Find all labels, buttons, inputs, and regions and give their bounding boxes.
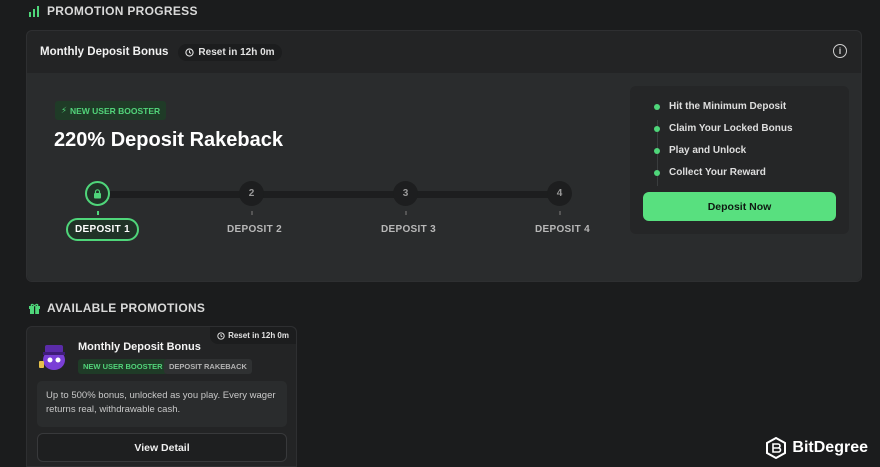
checklist-text: Play and Unlock (669, 145, 747, 156)
card-title: Monthly Deposit Bonus (40, 46, 169, 58)
step-label-3[interactable]: DEPOSIT 3 (381, 224, 436, 235)
progress-panel: ⚡ NEW USER BOOSTER 220% Deposit Rakeback… (27, 73, 861, 281)
checklist-text: Collect Your Reward (669, 167, 766, 178)
lock-icon (94, 188, 101, 198)
badge-label: NEW USER BOOSTER (69, 105, 161, 116)
promo-mascot-icon (39, 345, 65, 370)
promotion-progress-card: Monthly Deposit Bonus Reset in 12h 0m i … (26, 30, 862, 282)
checklist-item: Play and Unlock (654, 145, 746, 156)
step-label-4[interactable]: DEPOSIT 4 (535, 224, 590, 235)
promotion-headline: 220% Deposit Rakeback (54, 129, 284, 151)
clock-icon (217, 331, 225, 340)
step-label-2[interactable]: DEPOSIT 2 (227, 224, 282, 235)
checklist-dot (654, 147, 660, 154)
progress-track (97, 191, 563, 198)
step-node-4[interactable]: 4 (547, 181, 572, 206)
checklist-item: Claim Your Locked Bonus (654, 123, 793, 134)
reset-timer: Reset in 12h 0m (178, 43, 282, 61)
available-promotions-header: AVAILABLE PROMOTIONS (28, 301, 205, 315)
lightning-icon: ⚡ (61, 105, 67, 115)
gift-icon (29, 303, 40, 314)
clock-icon (185, 47, 195, 57)
tag-new-user-booster: NEW USER BOOSTER (78, 359, 168, 374)
checklist-item: Hit the Minimum Deposit (654, 101, 786, 112)
step-tick-4 (559, 211, 561, 215)
bitdegree-logo-icon (766, 437, 787, 459)
reset-text: Reset in 12h 0m (228, 331, 289, 340)
section-title: PROMOTION PROGRESS (47, 4, 198, 18)
promo-description: Up to 500% bonus, unlocked as you play. … (37, 381, 287, 427)
checklist-dot (654, 103, 660, 110)
reset-text: Reset in 12h 0m (198, 46, 275, 58)
step-label-1[interactable]: DEPOSIT 1 (66, 218, 139, 241)
step-node-2[interactable]: 2 (239, 181, 264, 206)
promotion-progress-header: PROMOTION PROGRESS (28, 4, 198, 18)
step-node-3[interactable]: 3 (393, 181, 418, 206)
bar-chart-icon (29, 5, 39, 17)
watermark-text: BitDegree (792, 439, 868, 456)
checklist-panel: Hit the Minimum Deposit Claim Your Locke… (630, 86, 849, 234)
new-user-booster-badge: ⚡ NEW USER BOOSTER (55, 101, 167, 120)
bitdegree-watermark: BitDegree (766, 437, 868, 459)
tag-deposit-rakeback: DEPOSIT RAKEBACK (164, 359, 252, 374)
checklist-item: Collect Your Reward (654, 167, 766, 178)
card-header: Monthly Deposit Bonus Reset in 12h 0m (27, 31, 861, 73)
checklist-text: Claim Your Locked Bonus (669, 123, 793, 134)
promo-title: Monthly Deposit Bonus (78, 341, 201, 353)
step-tick-1 (97, 211, 99, 215)
view-detail-button[interactable]: View Detail (37, 433, 287, 462)
step-node-1[interactable] (85, 181, 110, 206)
section-title: AVAILABLE PROMOTIONS (47, 301, 206, 315)
checklist-dot (654, 169, 660, 176)
checklist-text: Hit the Minimum Deposit (669, 101, 787, 112)
promotion-card[interactable]: Reset in 12h 0m Monthly Deposit Bonus NE… (26, 326, 297, 467)
step-tick-3 (405, 211, 407, 215)
info-icon[interactable]: i (833, 44, 847, 58)
promo-reset-timer: Reset in 12h 0m (210, 327, 296, 344)
deposit-now-button[interactable]: Deposit Now (643, 192, 836, 221)
checklist-dot (654, 125, 660, 132)
step-tick-2 (251, 211, 253, 215)
